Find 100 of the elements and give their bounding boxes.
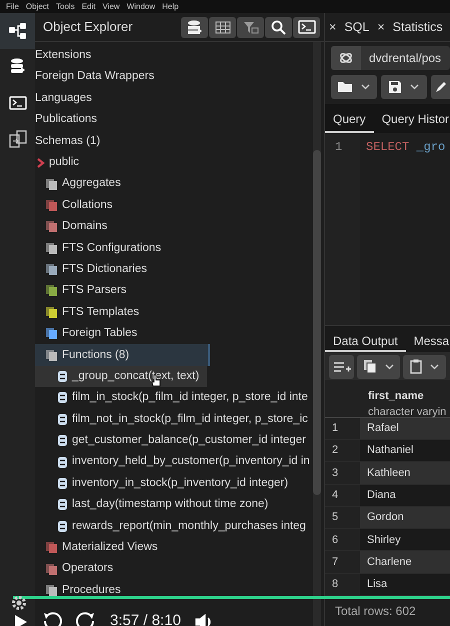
settings-icon[interactable] bbox=[11, 595, 27, 611]
table-cell: Lisa bbox=[360, 574, 450, 596]
time-separator: / bbox=[143, 612, 148, 626]
function-icon bbox=[57, 434, 68, 448]
table-cell: Shirley bbox=[360, 529, 450, 552]
tab[interactable]: × bbox=[377, 18, 385, 36]
play-icon[interactable] bbox=[14, 614, 28, 626]
caret-icon bbox=[385, 364, 394, 370]
query-tool-icon[interactable] bbox=[181, 16, 208, 38]
tree-item[interactable]: rewards_report(min_monthly_purchases integ bbox=[72, 518, 306, 535]
row-number: 5 bbox=[325, 506, 360, 530]
tree-item[interactable]: FTS Templates bbox=[62, 304, 140, 321]
column-type: character varyin bbox=[368, 405, 446, 420]
tree-item[interactable]: Procedures bbox=[62, 582, 121, 600]
tree-item[interactable]: film_in_stock(p_film_id integer, p_store_id inte bbox=[72, 389, 308, 407]
tree-item[interactable]: inventory_held_by_customer(p_inventory_id in bbox=[72, 453, 310, 471]
volume-icon[interactable] bbox=[194, 614, 213, 626]
tree-item[interactable]: Materialized Views bbox=[62, 539, 158, 556]
row-number: 4 bbox=[325, 484, 360, 507]
row-number: 6 bbox=[325, 529, 360, 552]
column-name: first_name bbox=[368, 388, 425, 404]
table-cell: Rafael bbox=[360, 418, 450, 440]
tree-item[interactable]: FTS Configurations bbox=[62, 240, 162, 257]
add-row-icon bbox=[332, 360, 351, 373]
row-number: 1 bbox=[325, 418, 360, 440]
save-button[interactable] bbox=[380, 74, 427, 99]
add-row-button[interactable] bbox=[329, 354, 354, 379]
connection-name: dvdrental/pos bbox=[369, 50, 442, 67]
code-line: SELECT _gro bbox=[365, 138, 446, 156]
status-text: Total rows: 602 bbox=[335, 603, 416, 620]
function-icon bbox=[57, 391, 68, 404]
tree-item[interactable]: last_day(timestamp without time zone) bbox=[72, 496, 268, 514]
tree-icon[interactable] bbox=[0, 13, 35, 49]
panel-title: Object Explorer bbox=[43, 18, 134, 36]
clipboard-icon bbox=[410, 359, 422, 374]
row-number: 2 bbox=[325, 440, 360, 462]
scrollbar[interactable] bbox=[313, 42, 321, 626]
link-icon[interactable] bbox=[331, 46, 361, 70]
tab[interactable]: Query bbox=[325, 104, 374, 133]
tree-item[interactable]: Schemas (1) bbox=[35, 132, 100, 150]
open-file-button[interactable] bbox=[331, 74, 377, 99]
function-icon bbox=[57, 520, 68, 533]
rewind-icon[interactable] bbox=[42, 611, 62, 626]
table-cell: Kathleen bbox=[360, 462, 450, 485]
caret-icon bbox=[410, 84, 420, 90]
connection-bar[interactable]: dvdrental/pos bbox=[331, 46, 450, 70]
table-cell: Diana bbox=[360, 484, 450, 507]
tree-item[interactable]: FTS Dictionaries bbox=[62, 260, 147, 278]
tree-item[interactable]: film_not_in_stock(p_film_id integer, p_store_ic bbox=[72, 410, 308, 428]
function-icon bbox=[57, 477, 68, 490]
function-icon bbox=[57, 412, 68, 426]
menu-item[interactable]: Object bbox=[26, 0, 50, 12]
tree-item[interactable]: public bbox=[49, 154, 80, 172]
menu-item[interactable]: Window bbox=[126, 0, 156, 12]
tree-item[interactable]: Domains bbox=[62, 218, 108, 236]
tab[interactable]: Query Histor bbox=[374, 104, 450, 133]
tree-item[interactable]: Publications bbox=[35, 111, 98, 128]
tab[interactable]: Data Output bbox=[325, 326, 406, 352]
duration: 8:10 bbox=[152, 612, 181, 626]
menu-item[interactable]: File bbox=[6, 0, 19, 12]
tree-item[interactable]: get_customer_balance(p_customer_id integer bbox=[72, 432, 306, 450]
caret-icon bbox=[430, 364, 440, 370]
edit-button[interactable] bbox=[430, 74, 450, 99]
tree-item[interactable]: inventory_in_stock(p_inventory_id integer) bbox=[72, 474, 288, 492]
tab[interactable]: Messa bbox=[406, 326, 450, 352]
table-cell: Gordon bbox=[360, 506, 450, 530]
tab[interactable]: × bbox=[329, 18, 336, 36]
caret-icon bbox=[361, 84, 370, 90]
function-icon bbox=[57, 456, 68, 469]
function-icon bbox=[57, 498, 68, 512]
table-cell: Nathaniel bbox=[360, 440, 450, 462]
line-number: 1 bbox=[335, 138, 344, 156]
chevron-icon bbox=[37, 158, 45, 168]
terminal-icon[interactable] bbox=[293, 16, 320, 38]
filter-icon[interactable] bbox=[237, 16, 264, 38]
tree-item[interactable]: Languages bbox=[35, 90, 92, 108]
tree-item[interactable]: FTS Parsers bbox=[62, 282, 127, 300]
grid-icon[interactable] bbox=[209, 16, 236, 38]
tree-item[interactable]: Aggregates bbox=[62, 175, 121, 193]
current-time: 3:57 bbox=[110, 612, 140, 626]
menu-item[interactable]: Help bbox=[162, 0, 179, 12]
function-icon bbox=[57, 370, 68, 384]
search-icon[interactable] bbox=[265, 16, 292, 38]
menu-item[interactable]: Edit bbox=[82, 0, 96, 12]
row-number: 7 bbox=[325, 551, 360, 574]
tree-item[interactable]: Foreign Data Wrappers bbox=[35, 68, 154, 86]
tree-item[interactable]: Operators bbox=[62, 560, 114, 578]
tree-item[interactable]: Foreign Tables bbox=[62, 325, 138, 342]
row-number: 3 bbox=[325, 462, 360, 485]
tree-item[interactable]: Extensions bbox=[35, 47, 92, 64]
row-number: 8 bbox=[325, 574, 360, 596]
copy-button[interactable] bbox=[357, 354, 400, 379]
menu-item[interactable]: Tools bbox=[56, 0, 75, 12]
forward-icon[interactable] bbox=[76, 611, 96, 626]
tab[interactable]: Statistics bbox=[392, 18, 443, 36]
paste-button[interactable] bbox=[403, 354, 446, 379]
tab[interactable]: SQL bbox=[344, 18, 370, 36]
menu-item[interactable]: View bbox=[102, 0, 120, 12]
table-cell: Charlene bbox=[360, 551, 450, 574]
tree-item[interactable]: Collations bbox=[62, 196, 112, 214]
